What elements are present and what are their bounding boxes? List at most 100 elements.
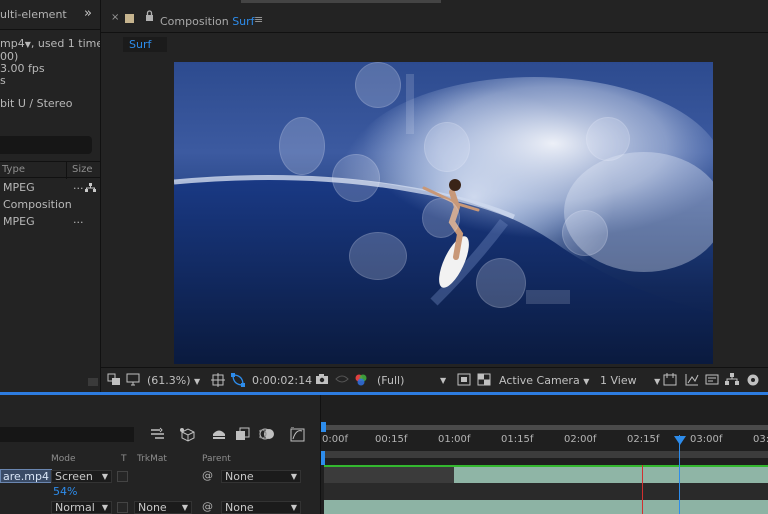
current-time-display[interactable]: 0:00:02:14: [252, 374, 312, 387]
tab-prefix: Composition: [160, 15, 229, 28]
preserve-transparency-checkbox[interactable]: [117, 471, 128, 482]
ruler-tick-label: 0:00f: [322, 434, 348, 445]
fast-preview-icon[interactable]: [685, 373, 699, 386]
breadcrumb[interactable]: Surf: [123, 37, 167, 52]
work-area-bar[interactable]: [324, 451, 768, 458]
region-of-interest-icon[interactable]: [457, 373, 471, 386]
preserve-transparency-checkbox[interactable]: [117, 502, 128, 513]
timeline-panel: Mode T TrkMat Parent are.mp4 Screen ▼ @ N…: [0, 395, 768, 514]
parent-pickwhip-icon[interactable]: @: [202, 500, 213, 513]
chevron-down-icon: ▼: [101, 503, 108, 512]
work-area-start-handle[interactable]: [321, 451, 325, 465]
timeline-layer-controls: Mode T TrkMat Parent are.mp4 Screen ▼ @ N…: [0, 395, 320, 514]
composition-mini-flowchart-icon[interactable]: [150, 427, 166, 441]
bokeh-light: [355, 62, 401, 108]
opacity-value[interactable]: 54%: [53, 485, 77, 498]
chevron-down-icon[interactable]: ▼: [440, 376, 446, 385]
layer-name[interactable]: are.mp4: [0, 469, 52, 483]
column-mode[interactable]: Mode: [51, 454, 76, 464]
panel-menu-icon[interactable]: ≡: [254, 13, 263, 26]
project-item[interactable]: Composition: [0, 196, 100, 213]
timeline-track-area[interactable]: 0:00f 00:15f 01:00f 01:15f 02:00f 02:15f…: [320, 395, 768, 514]
shy-layers-icon[interactable]: [211, 427, 227, 441]
double-chevron-right-icon[interactable]: »: [84, 6, 92, 21]
column-parent[interactable]: Parent: [202, 454, 231, 464]
footage-fps: 3.00 fps: [0, 62, 45, 75]
timeline-layer-row[interactable]: are.mp4 Screen ▼ @ None ▼: [0, 469, 320, 484]
footage-filename: mp4: [0, 37, 25, 50]
bokeh-light: [586, 117, 630, 161]
column-divider[interactable]: [66, 162, 67, 179]
project-search-input[interactable]: [0, 136, 92, 154]
column-size[interactable]: Size: [72, 164, 93, 175]
close-tab-icon[interactable]: ×: [111, 12, 119, 23]
frame-blending-icon[interactable]: [235, 427, 251, 441]
light-streak: [526, 290, 570, 304]
lock-icon[interactable]: [145, 10, 154, 21]
time-ruler[interactable]: 0:00f 00:15f 01:00f 01:15f 02:00f 02:15f…: [321, 431, 768, 447]
project-item-ellipsis: ...: [73, 179, 84, 192]
parent-pickwhip-icon[interactable]: @: [202, 469, 213, 482]
column-type[interactable]: Type: [2, 164, 25, 175]
tab-composition-name: Surf: [232, 15, 255, 28]
view-layout-dropdown[interactable]: 1 View ▼: [600, 374, 660, 387]
mask-visibility-icon[interactable]: [231, 373, 245, 387]
label-color-swatch[interactable]: [125, 14, 134, 23]
bokeh-light: [562, 210, 608, 256]
property-track: [324, 483, 768, 500]
timeline-search-input[interactable]: [0, 427, 134, 442]
footage-info: mp4▼, used 1 time 00) 3.00 fps s: [0, 37, 100, 87]
bokeh-light: [476, 258, 526, 308]
project-item[interactable]: MPEG ...: [0, 179, 100, 196]
current-time-indicator-line[interactable]: [679, 435, 681, 514]
always-preview-icon[interactable]: [107, 373, 121, 386]
project-item-type: MPEG: [3, 181, 35, 194]
parent-dropdown[interactable]: None ▼: [221, 501, 301, 514]
layer-duration-bar[interactable]: [324, 500, 768, 514]
exposure-reset-icon[interactable]: [746, 373, 760, 387]
ruler-tick-label: 01:00f: [438, 434, 471, 445]
project-panel-title: ulti-element: [0, 8, 67, 21]
network-icon: [85, 183, 96, 192]
blend-mode-dropdown[interactable]: Screen ▼: [51, 470, 112, 483]
time-navigator-bar[interactable]: [324, 425, 768, 430]
project-panel-header: ulti-element »: [0, 0, 100, 30]
timeline-layer-row[interactable]: Normal ▼ None ▼ @ None ▼: [0, 500, 320, 514]
scrollbar[interactable]: [88, 378, 98, 386]
camera-snapshot-icon[interactable]: [315, 373, 329, 385]
project-item-type: MPEG: [3, 215, 35, 228]
track-matte-dropdown[interactable]: None ▼: [134, 501, 192, 514]
chevron-down-icon: ▼: [583, 377, 590, 386]
blend-mode-dropdown[interactable]: Normal ▼: [51, 501, 112, 514]
timeline-icon[interactable]: [705, 373, 719, 386]
layer-duration-bar[interactable]: [454, 467, 768, 483]
composition-viewer[interactable]: [174, 62, 713, 364]
monitor-icon[interactable]: [126, 373, 140, 386]
light-streak: [406, 74, 414, 134]
flowchart-icon[interactable]: [725, 373, 739, 386]
tab-composition-surf[interactable]: Composition Surf: [160, 15, 255, 28]
current-time-indicator-head[interactable]: [674, 436, 687, 445]
view-camera-dropdown[interactable]: Active Camera ▼: [499, 374, 589, 387]
chevron-down-icon: ▼: [290, 503, 297, 512]
footage-audio-info: bit U / Stereo: [0, 97, 73, 110]
draft-3d-icon[interactable]: [179, 427, 195, 442]
column-preserve-transparency[interactable]: T: [121, 454, 127, 464]
column-track-matte[interactable]: TrkMat: [137, 454, 167, 464]
transparency-grid-icon[interactable]: [477, 373, 491, 386]
chevron-down-icon: ▼: [194, 377, 201, 386]
grid-guides-icon[interactable]: [211, 373, 225, 387]
show-snapshot-icon[interactable]: [335, 373, 349, 385]
timeline-column-header: Mode T TrkMat Parent: [0, 452, 320, 466]
motion-blur-icon[interactable]: [259, 427, 275, 441]
toggle-pixel-aspect-icon[interactable]: [663, 373, 677, 386]
parent-dropdown[interactable]: None ▼: [221, 470, 301, 483]
color-channels-icon[interactable]: [354, 373, 368, 387]
magnification-dropdown[interactable]: (61.3%) ▼: [147, 374, 200, 387]
graph-editor-icon[interactable]: [290, 427, 306, 442]
project-item[interactable]: MPEG ...: [0, 213, 100, 230]
resolution-dropdown[interactable]: (Full): [377, 374, 404, 387]
ruler-tick-label: 02:15f: [627, 434, 660, 445]
bokeh-light: [424, 122, 470, 172]
layer-duration-inactive: [324, 467, 454, 483]
